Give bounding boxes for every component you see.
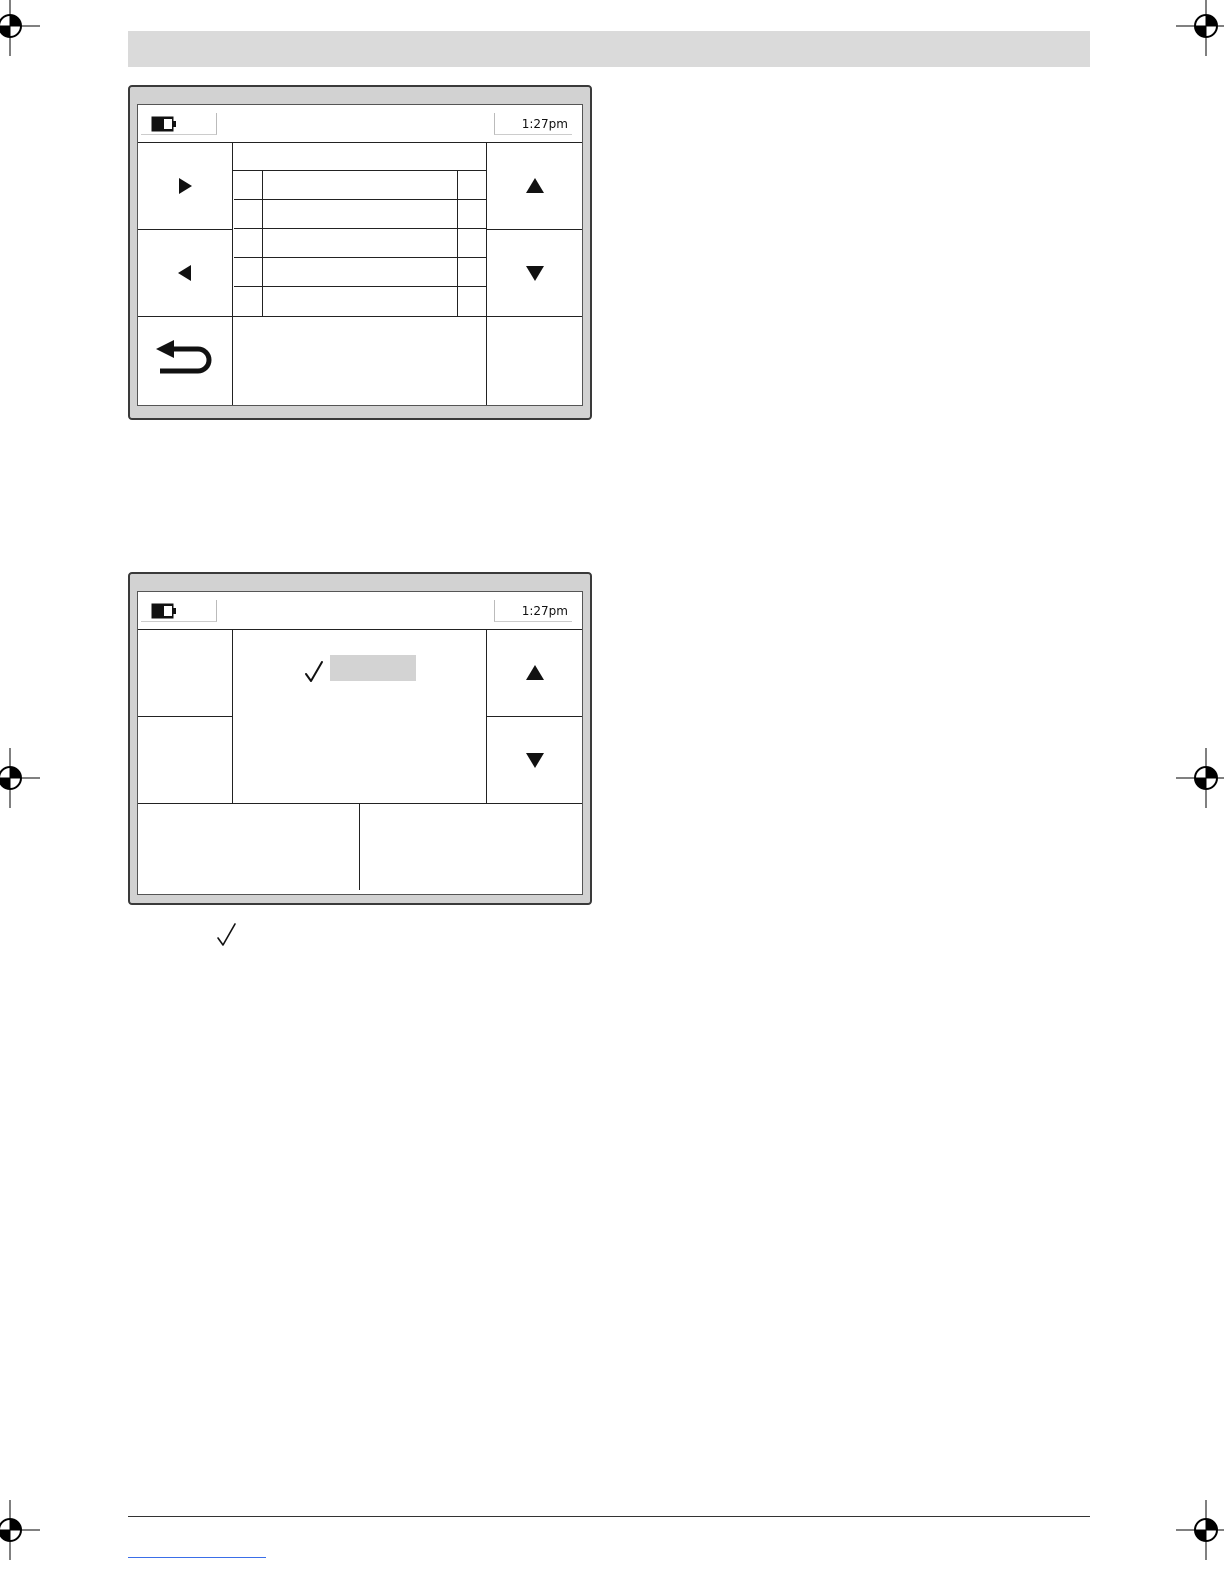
list-item-label-cell: [263, 258, 458, 287]
softkey-return-button[interactable]: [138, 317, 232, 405]
list-item-index-cell: [234, 287, 263, 316]
list-item[interactable]: [234, 200, 486, 229]
registration-mark-icon: [0, 0, 40, 56]
arrow-down-icon: [525, 266, 544, 281]
registration-mark-bottom-right: [1176, 1500, 1224, 1560]
device-display-figure-1: 1:27pm: [128, 85, 592, 420]
list-item-label-cell: [263, 171, 458, 200]
display-screen: 1:27pm: [137, 104, 583, 406]
registration-mark-top-right: [1176, 0, 1224, 56]
registration-mark-icon: [0, 1500, 40, 1560]
list-item[interactable]: [234, 171, 486, 200]
softkey-bottom-right-button[interactable]: [360, 804, 582, 890]
display-screen: 1:27pm: [137, 591, 583, 895]
battery-indicator: [141, 113, 217, 135]
softkey-scroll-up-button[interactable]: [487, 630, 582, 716]
footer-rule: [128, 1516, 1090, 1517]
battery-indicator: [141, 600, 217, 622]
list-item-index-cell: [234, 258, 263, 287]
list-item-value-cell: [458, 258, 486, 287]
list-item-value-cell: [458, 200, 486, 229]
registration-mark-middle-left: [0, 748, 40, 808]
list-item[interactable]: [234, 229, 486, 258]
list-item[interactable]: [234, 287, 486, 316]
softkey-scroll-down-button[interactable]: [487, 230, 582, 316]
return-arrow-icon: [156, 340, 212, 374]
list-item-label-cell: [263, 229, 458, 258]
list-item-value-cell: [458, 171, 486, 200]
registration-mark-icon: [1176, 748, 1224, 808]
softkey-bottom-left-button[interactable]: [138, 804, 359, 890]
status-time: 1:27pm: [494, 113, 572, 135]
registration-mark-middle-right: [1176, 748, 1224, 808]
registration-mark-icon: [1176, 0, 1224, 56]
registration-mark-icon: [0, 748, 40, 808]
arrow-down-icon: [525, 753, 544, 768]
softkey-scroll-up-button[interactable]: [487, 143, 582, 229]
arrow-up-icon: [525, 178, 544, 193]
battery-icon: [151, 116, 176, 132]
list-item-value-cell: [458, 287, 486, 316]
list-item-value-cell: [458, 229, 486, 258]
checkmark-icon: [217, 923, 236, 946]
divider: [232, 629, 233, 803]
list-item-label-cell: [263, 287, 458, 316]
play-right-icon: [179, 178, 192, 194]
list-item-index-cell: [234, 200, 263, 229]
device-display-figure-2: 1:27pm: [128, 572, 592, 905]
play-left-icon: [178, 265, 191, 281]
softkey-scroll-down-button[interactable]: [487, 717, 582, 803]
status-bar: 1:27pm: [138, 105, 582, 143]
registration-mark-bottom-left: [0, 1500, 40, 1560]
status-bar: 1:27pm: [138, 592, 582, 630]
status-time: 1:27pm: [494, 600, 572, 622]
info-area: [233, 317, 486, 405]
softkey-middle-left-button[interactable]: [138, 717, 232, 803]
list-item[interactable]: [234, 258, 486, 287]
arrow-up-icon: [525, 665, 544, 680]
checkmark-icon: [305, 661, 323, 682]
softkey-top-left-button[interactable]: [138, 630, 232, 716]
list-item-index-cell: [234, 171, 263, 200]
battery-icon: [151, 603, 176, 619]
footer-link-underline[interactable]: [128, 1557, 266, 1558]
selected-option-highlight[interactable]: [330, 655, 416, 681]
list-item-index-cell: [234, 229, 263, 258]
list-item-label-cell: [263, 200, 458, 229]
softkey-bottom-right-button[interactable]: [487, 317, 582, 405]
softkey-back-button[interactable]: [138, 230, 232, 316]
header-band: [128, 31, 1090, 67]
softkey-forward-button[interactable]: [138, 143, 232, 229]
registration-mark-icon: [1176, 1500, 1224, 1560]
registration-mark-top-left: [0, 0, 40, 56]
